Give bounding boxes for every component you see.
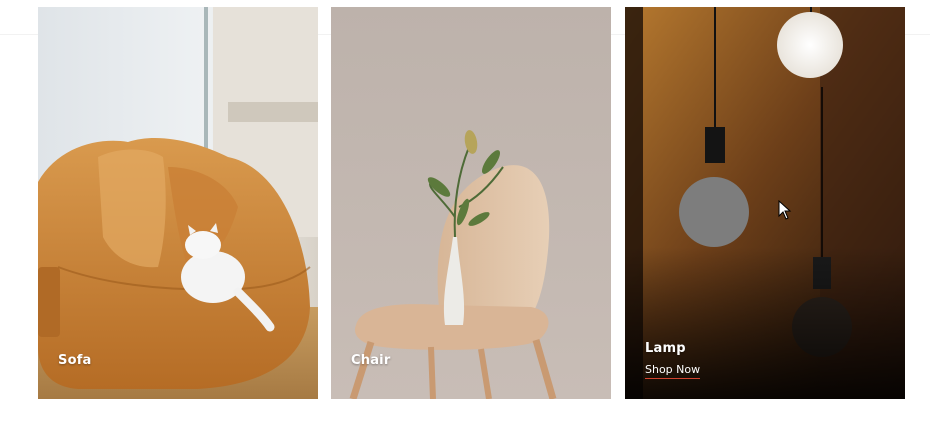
mouse-cursor-icon <box>778 200 792 220</box>
category-card-chair[interactable]: Chair <box>331 7 611 399</box>
category-label-sofa[interactable]: Sofa <box>58 353 92 368</box>
chair-image <box>331 7 611 399</box>
shop-now-link[interactable]: Shop Now <box>645 363 701 379</box>
category-grid: Sofa Chair Lamp Shop Now <box>38 7 905 399</box>
category-label-chair[interactable]: Chair <box>351 353 390 368</box>
category-card-sofa[interactable]: Sofa <box>38 7 318 399</box>
category-card-lamp[interactable]: Lamp Shop Now <box>625 7 905 399</box>
sofa-image <box>38 7 318 399</box>
category-label-lamp[interactable]: Lamp <box>645 341 686 356</box>
